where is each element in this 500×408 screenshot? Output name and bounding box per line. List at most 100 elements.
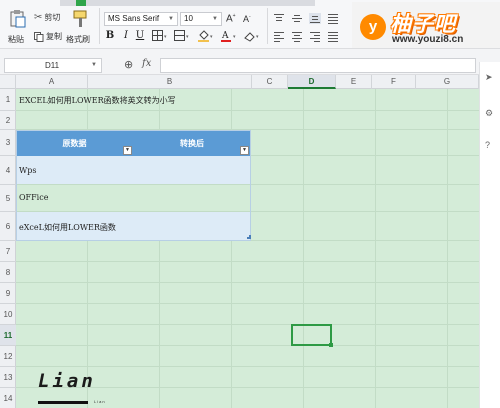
column-header[interactable]: E <box>336 75 372 89</box>
bold-button[interactable]: B <box>104 30 116 42</box>
copy-label: 复制 <box>46 32 62 41</box>
row-header[interactable]: 3 <box>0 130 16 156</box>
filter-dropdown-icon[interactable]: ▼ <box>240 146 249 155</box>
table-header-original[interactable]: 原数据 <box>16 130 133 156</box>
name-box[interactable]: D11 ▼ <box>4 58 102 73</box>
grow-font-button[interactable]: A+ <box>226 13 236 24</box>
column-header[interactable]: F <box>372 75 416 89</box>
svg-text:▾: ▾ <box>256 34 259 40</box>
italic-button[interactable]: I <box>120 30 132 42</box>
clear-button[interactable]: ▾ <box>242 30 262 46</box>
formula-input[interactable] <box>160 58 476 73</box>
site-watermark: y 柚子吧 www.youzi8.cn <box>352 2 500 48</box>
cut-label: 剪切 <box>44 13 61 22</box>
fill-color-button[interactable]: ▾ <box>196 30 216 46</box>
right-side-panel: ➤ ⚙ ? <box>479 62 500 408</box>
row-header[interactable]: 6 <box>0 212 16 241</box>
ribbon-top-strip <box>60 0 315 6</box>
fill-handle[interactable] <box>329 343 333 347</box>
font-size-value: 10 <box>184 14 193 23</box>
row-header-bar: 1 2 3 4 5 6 7 8 9 10 11 12 13 14 <box>0 89 16 408</box>
row-gridline <box>16 261 479 262</box>
row-header[interactable]: 7 <box>0 241 16 262</box>
table-header-converted[interactable]: 转换后 <box>133 130 251 156</box>
align-bottom-icon[interactable] <box>309 13 321 24</box>
chevron-down-icon: ▼ <box>212 16 218 22</box>
row-header[interactable]: 5 <box>0 185 16 212</box>
row-header[interactable]: 4 <box>0 156 16 185</box>
shrink-font-button[interactable]: A- <box>243 14 251 24</box>
merge-button[interactable]: ▾ <box>172 30 192 45</box>
font-name-select[interactable]: MS Sans Serif ▼ <box>104 12 178 26</box>
font-size-select[interactable]: 10 ▼ <box>180 12 222 26</box>
row-header[interactable]: 13 <box>0 367 16 388</box>
column-header[interactable]: G <box>416 75 479 89</box>
ribbon-separator <box>99 8 100 44</box>
cell-a1-title[interactable]: EXCEL如何用LOWER函数将英文转为小写 <box>19 95 176 106</box>
copy-icon <box>34 31 44 42</box>
row-gridline <box>16 324 479 325</box>
signature-small-text: Lian <box>94 399 106 404</box>
paste-button[interactable]: 粘贴 <box>6 10 28 46</box>
table-row[interactable]: OFFice <box>16 185 251 211</box>
row-header[interactable]: 14 <box>0 388 16 408</box>
paste-label: 粘贴 <box>8 35 24 44</box>
row-header[interactable]: 2 <box>0 111 16 130</box>
format-painter-label: 格式刷 <box>66 35 90 44</box>
svg-text:▾: ▾ <box>164 34 167 40</box>
table-cell-original: OFFice <box>19 193 49 202</box>
underline-button[interactable]: U <box>134 30 146 42</box>
select-all-corner[interactable] <box>0 75 16 89</box>
selected-cell-d11[interactable] <box>291 324 333 347</box>
font-color-icon: A ▾ <box>221 31 236 42</box>
spreadsheet-grid: A B C D E F G 1 2 3 4 5 6 7 8 9 10 11 12… <box>0 75 479 408</box>
align-justify-icon[interactable] <box>327 13 339 24</box>
column-header[interactable]: B <box>88 75 252 89</box>
row-gridline <box>16 110 479 111</box>
cell-area[interactable]: EXCEL如何用LOWER函数将英文转为小写 原数据 ▼ 转换后 ▼ Wps O… <box>16 89 479 408</box>
grow-font-icon: A+ <box>226 13 236 25</box>
eraser-icon: ▾ <box>244 32 259 42</box>
table-row[interactable]: eXceL如何用LOWER函数 <box>16 212 251 240</box>
chevron-down-icon: ▼ <box>91 62 97 68</box>
filter-dropdown-icon[interactable]: ▼ <box>123 146 132 155</box>
table-cell-original: Wps <box>19 166 37 175</box>
row-header[interactable]: 9 <box>0 283 16 304</box>
column-header-selected[interactable]: D <box>288 75 336 89</box>
table-row[interactable]: Wps <box>16 156 251 184</box>
underline-label: U <box>135 30 145 41</box>
help-icon[interactable]: ? <box>485 140 490 150</box>
shrink-font-icon: A- <box>243 14 251 24</box>
column-header[interactable]: C <box>252 75 288 89</box>
brush-icon <box>73 10 87 27</box>
font-color-button[interactable]: A ▾ <box>219 30 239 46</box>
cell-reference: D11 <box>45 61 60 70</box>
merge-icon: ▾ <box>174 30 189 41</box>
gear-icon[interactable]: ⚙ <box>485 108 493 119</box>
font-name-value: MS Sans Serif <box>108 14 160 23</box>
align-middle-icon[interactable] <box>291 13 303 24</box>
format-painter-button[interactable]: 格式刷 <box>66 10 94 46</box>
cursor-icon[interactable]: ➤ <box>485 72 493 83</box>
zoom-icon[interactable]: ⊕ <box>124 58 133 71</box>
row-header-selected[interactable]: 11 <box>0 325 16 346</box>
align-top-icon[interactable] <box>273 13 285 24</box>
svg-text:▾: ▾ <box>233 34 236 40</box>
borders-button[interactable]: ▾ <box>150 30 170 45</box>
row-header[interactable]: 12 <box>0 346 16 367</box>
table-resize-handle[interactable] <box>247 235 251 239</box>
author-signature: Lian Lian <box>38 370 105 404</box>
row-header[interactable]: 1 <box>0 89 16 111</box>
distributed-icon[interactable] <box>327 31 339 42</box>
svg-text:A: A <box>221 31 229 41</box>
function-icon[interactable]: fx <box>142 58 151 69</box>
column-header[interactable]: A <box>16 75 88 89</box>
copy-button[interactable]: 复制 <box>34 31 62 42</box>
row-header[interactable]: 10 <box>0 304 16 325</box>
table-cell-original: eXceL如何用LOWER函数 <box>19 223 116 232</box>
row-header[interactable]: 8 <box>0 262 16 283</box>
cut-button[interactable]: ✂ 剪切 <box>34 12 60 23</box>
align-right-icon[interactable] <box>309 31 321 42</box>
align-left-icon[interactable] <box>273 31 285 42</box>
align-center-icon[interactable] <box>291 31 303 42</box>
